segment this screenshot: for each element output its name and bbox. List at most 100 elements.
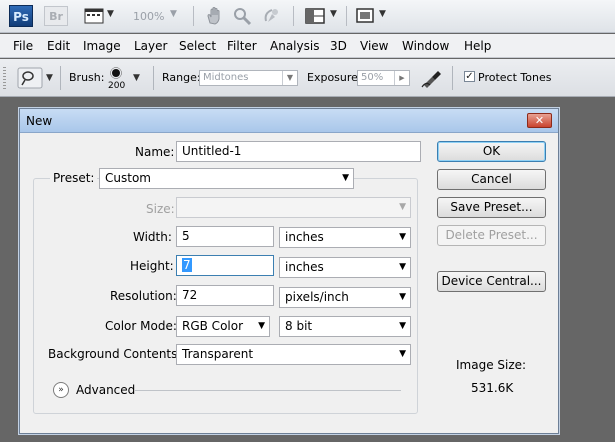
view-extras-icon[interactable] [83,5,105,27]
range-select[interactable]: Midtones ▼ [199,70,298,86]
arrange-documents-icon[interactable] [304,5,326,27]
range-label: Range: [162,71,201,84]
preset-value: Custom [105,171,151,185]
advanced-label[interactable]: Advanced [76,383,135,397]
bridge-launch-button[interactable]: Br [44,6,68,26]
exposure-value: 50% [361,72,384,83]
zoom-dropdown-icon[interactable]: ▼ [170,9,177,19]
view-extras-dropdown-icon[interactable]: ▼ [107,9,114,19]
chevron-down-icon: ▼ [399,349,406,359]
range-value: Midtones [203,72,249,83]
chevron-down-icon: ▼ [258,321,265,331]
photoshop-logo[interactable]: Ps [9,5,33,27]
arrange-documents-dropdown-icon[interactable]: ▼ [330,9,337,19]
height-value-selected: 7 [182,258,192,272]
color-mode-select[interactable]: RGB Color ▼ [176,316,270,337]
size-select[interactable]: ▼ [176,197,411,218]
chevron-down-icon: ▼ [399,262,406,272]
screen-mode-dropdown-icon[interactable]: ▼ [379,9,386,19]
menu-image[interactable]: Image [83,39,121,53]
menu-layer[interactable]: Layer [134,39,167,53]
tool-preset-dropdown-icon[interactable]: ▼ [46,73,53,83]
resolution-unit-select[interactable]: pixels/inch ▼ [279,287,411,308]
menu-analysis[interactable]: Analysis [270,39,319,53]
dialog-close-button[interactable]: ✕ [527,113,552,128]
size-label: Size: [146,202,175,216]
resolution-label: Resolution: [110,289,177,303]
chevron-down-icon: ▼ [399,202,406,212]
height-input[interactable]: 7 [176,255,274,276]
preset-select[interactable]: Custom ▼ [99,168,354,189]
protect-tones-checkbox[interactable]: ✓ [464,71,475,82]
chevron-down-icon: ▼ [342,173,349,183]
cancel-button[interactable]: Cancel [437,169,546,190]
name-input[interactable]: Untitled-1 [176,141,421,162]
delete-preset-button[interactable]: Delete Preset... [437,225,546,246]
separator [153,66,154,90]
dialog-titlebar[interactable]: New ✕ [20,109,558,133]
save-preset-button[interactable]: Save Preset... [437,197,546,218]
rotate-view-icon[interactable] [260,5,282,27]
width-input[interactable]: 5 [176,226,274,247]
image-size-label: Image Size: [456,358,527,372]
width-unit-select[interactable]: inches ▼ [279,227,411,248]
range-dropdown-icon: ▼ [282,71,297,85]
separator [346,6,347,26]
ok-button[interactable]: OK [437,141,546,162]
menu-3d[interactable]: 3D [330,39,347,53]
advanced-divider [135,390,401,391]
exposure-input[interactable]: 50% ▶ [357,70,410,86]
advanced-expand-button[interactable]: » [53,382,69,398]
dialog-title: New [26,114,53,128]
color-mode-label: Color Mode: [105,319,177,333]
hand-tool-icon[interactable] [203,5,225,27]
zoom-level[interactable]: 100% [133,10,164,23]
name-label: Name: [135,145,175,159]
preset-label: Preset: [50,171,98,185]
bit-depth-select[interactable]: 8 bit ▼ [279,316,411,337]
exposure-label: Exposure: [307,71,362,84]
menu-select[interactable]: Select [179,39,216,53]
zoom-tool-icon[interactable] [231,5,253,27]
menu-window[interactable]: Window [402,39,449,53]
options-bar-grip[interactable] [3,67,6,89]
chevron-down-icon: ▼ [399,292,406,302]
close-icon: ✕ [534,114,545,127]
exposure-slider-icon: ▶ [394,71,409,85]
chevron-down-icon: ▼ [399,232,406,242]
resolution-unit-value: pixels/inch [285,290,349,304]
menu-edit[interactable]: Edit [47,39,70,53]
brush-size: 200 [108,81,126,91]
menu-file[interactable]: File [13,39,33,53]
separator [60,66,61,90]
menu-filter[interactable]: Filter [227,39,257,53]
resolution-input[interactable]: 72 [176,285,274,306]
separator [452,66,453,90]
brush-picker-dropdown-icon[interactable]: ▼ [133,73,140,83]
background-contents-label: Background Contents: [48,347,182,361]
background-contents-value: Transparent [182,347,254,361]
menu-view[interactable]: View [360,39,388,53]
background-contents-select[interactable]: Transparent ▼ [176,344,411,365]
protect-tones-label: Protect Tones [478,71,552,84]
airbrush-icon[interactable] [420,67,444,89]
menu-bar: File Edit Image Layer Select Filter Anal… [0,34,615,58]
width-label: Width: [133,230,172,244]
width-unit-value: inches [285,230,324,244]
menu-help[interactable]: Help [464,39,491,53]
double-chevron-down-icon: » [58,385,64,395]
separator [193,6,194,26]
height-unit-value: inches [285,260,324,274]
height-unit-select[interactable]: inches ▼ [279,257,411,278]
brush-tip-icon[interactable] [110,67,122,79]
device-central-button[interactable]: Device Central... [437,271,546,292]
chevron-down-icon: ▼ [399,321,406,331]
image-size-value: 531.6K [471,381,514,395]
screen-mode-icon[interactable] [354,5,376,27]
brush-label: Brush: [69,71,105,84]
dodge-tool-preset-icon[interactable] [17,67,43,89]
application-bar: Ps Br ▼ 100% ▼ ▼ ▼ [0,0,615,33]
bit-depth-value: 8 bit [285,319,313,333]
separator [293,6,294,26]
height-label: Height: [130,259,174,273]
